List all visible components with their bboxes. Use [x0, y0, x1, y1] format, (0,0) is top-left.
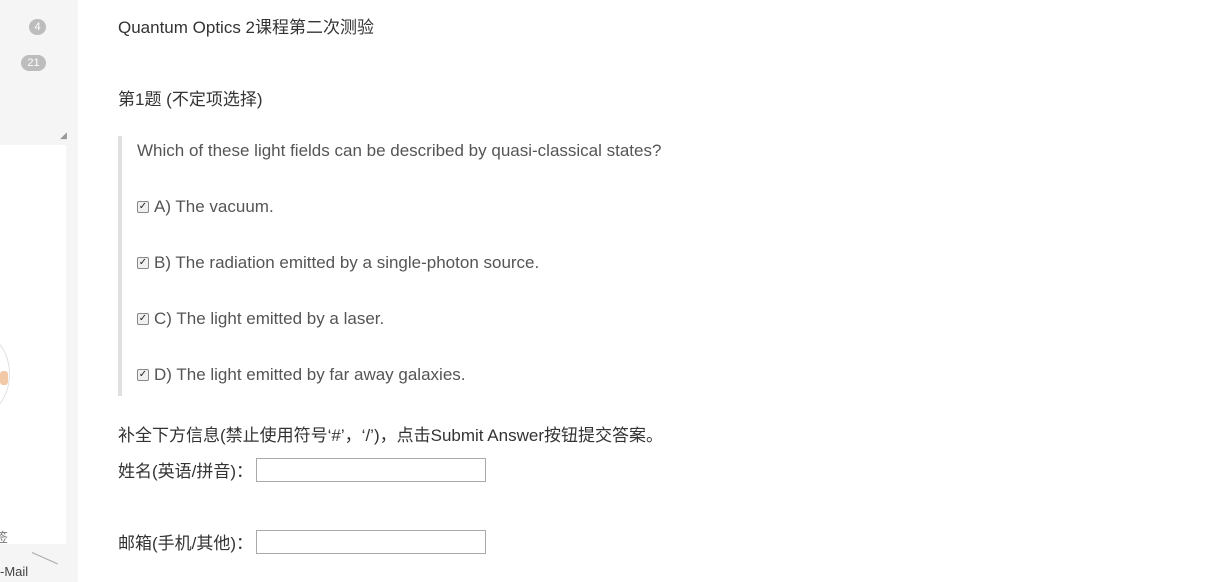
name-field-label: 姓名(英语/拼音)：	[118, 462, 254, 481]
sidebar-profile-panel: 签 -Mail	[0, 145, 66, 579]
checkbox-checked[interactable]: ✓	[137, 201, 149, 213]
sidebar-email-link[interactable]: -Mail	[0, 564, 28, 579]
contact-input[interactable]	[256, 529, 487, 554]
contact-field-row: 邮箱(手机/其他)：	[118, 529, 487, 554]
form-instruction: 补全下方信息(禁止使用符号‘#’，‘/’)，点击Submit Answer按钮提…	[118, 426, 663, 445]
question-title: 第1题 (不定项选择)	[118, 90, 263, 109]
option-label: B) The radiation emitted by a single-pho…	[154, 253, 540, 272]
option-label: C) The light emitted by a laser.	[154, 309, 385, 328]
option-c[interactable]: ✓ C) The light emitted by a laser.	[137, 309, 384, 329]
count-badge: 21	[21, 55, 46, 71]
checkbox-checked[interactable]: ✓	[137, 369, 149, 381]
count-badge: 4	[29, 19, 46, 35]
sidebar-menu: 4 21	[0, 0, 66, 132]
checkbox-checked[interactable]: ✓	[137, 313, 149, 325]
contact-field-label: 邮箱(手机/其他)：	[118, 534, 254, 553]
question-block: Which of these light fields can be descr…	[118, 136, 822, 396]
name-input[interactable]	[256, 457, 487, 482]
option-d[interactable]: ✓ D) The light emitted by far away galax…	[137, 365, 466, 385]
checkbox-checked[interactable]: ✓	[137, 257, 149, 269]
page-title: Quantum Optics 2课程第二次测验	[118, 18, 375, 37]
checkmark-icon: ✓	[138, 257, 148, 268]
question-text: Which of these light fields can be descr…	[137, 141, 662, 160]
checkmark-icon: ✓	[138, 201, 148, 212]
avatar-image-fragment	[0, 371, 8, 385]
collapse-arrow-icon[interactable]: ◢	[60, 130, 67, 141]
checkmark-icon: ✓	[138, 313, 148, 324]
option-a[interactable]: ✓ A) The vacuum.	[137, 197, 274, 217]
name-field-row: 姓名(英语/拼音)：	[118, 457, 487, 482]
sidebar-label: 签	[0, 530, 9, 545]
checkmark-icon: ✓	[138, 369, 148, 380]
option-label: A) The vacuum.	[154, 197, 274, 216]
quiz-page: 4 21 ◢ 签 -Mail Quantum Optics 2课程第二次测验 第…	[0, 0, 1207, 582]
option-label: D) The light emitted by far away galaxie…	[154, 365, 466, 384]
option-b[interactable]: ✓ B) The radiation emitted by a single-p…	[137, 253, 539, 273]
